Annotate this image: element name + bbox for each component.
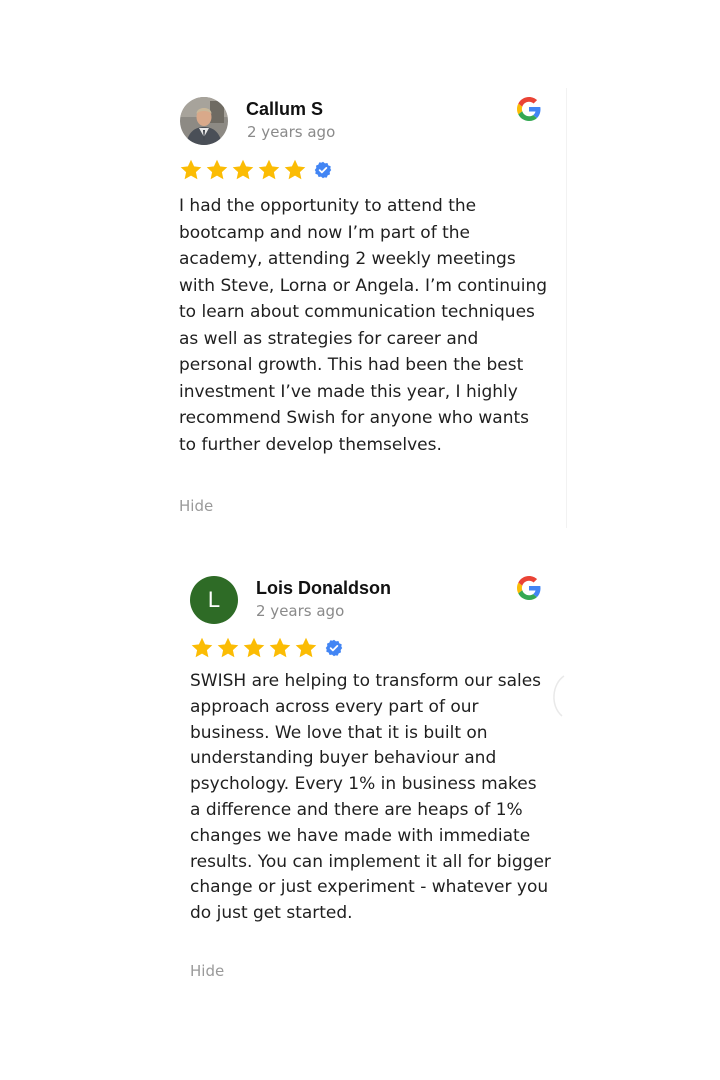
verified-badge-icon <box>325 639 343 657</box>
verified-badge-icon <box>314 161 332 179</box>
review-card: L Lois Donaldson 2 years ago SWISH are h… <box>166 560 566 1000</box>
next-card-edge <box>553 675 565 717</box>
star-icon <box>284 159 306 180</box>
user-photo-icon <box>180 97 228 145</box>
hide-button[interactable]: Hide <box>190 962 224 980</box>
star-icon <box>180 159 202 180</box>
star-icon <box>295 637 317 658</box>
avatar[interactable]: L <box>190 576 238 624</box>
review-author[interactable]: Callum S <box>246 99 323 120</box>
avatar[interactable] <box>180 97 228 145</box>
review-card: Callum S 2 years ago I had the opportuni… <box>166 88 567 528</box>
star-icon <box>243 637 265 658</box>
review-author[interactable]: Lois Donaldson <box>256 578 391 599</box>
review-date: 2 years ago <box>247 123 336 141</box>
star-icon <box>269 637 291 658</box>
google-logo-icon <box>517 576 541 600</box>
star-icon <box>206 159 228 180</box>
review-text: SWISH are helping to transform our sales… <box>190 671 551 924</box>
star-rating <box>190 636 343 660</box>
hide-button[interactable]: Hide <box>179 497 213 515</box>
star-rating <box>179 158 332 182</box>
review-date: 2 years ago <box>256 602 345 620</box>
star-icon <box>217 637 239 658</box>
star-icon <box>191 637 213 658</box>
google-logo-icon <box>517 97 541 121</box>
star-icon <box>232 159 254 180</box>
review-text: I had the opportunity to attend the boot… <box>179 196 548 455</box>
star-icon <box>258 159 280 180</box>
